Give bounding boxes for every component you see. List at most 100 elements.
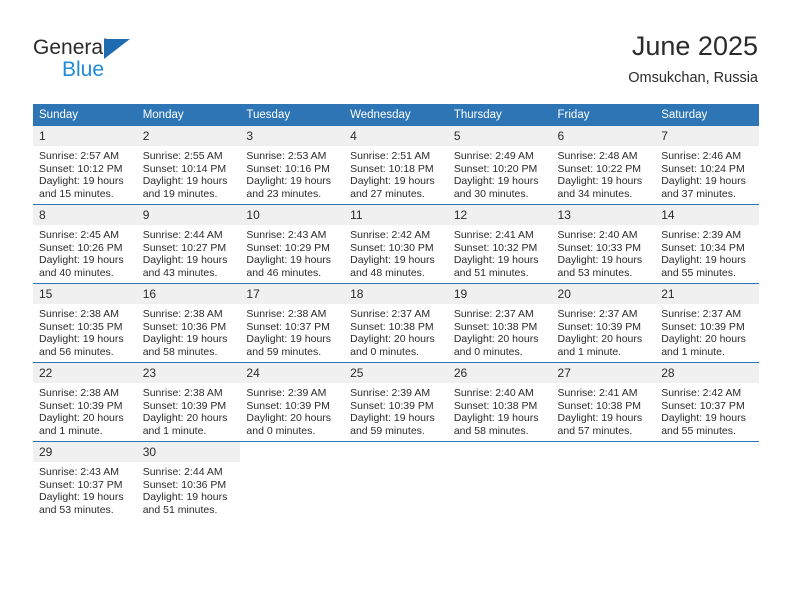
day-cell[interactable]: 7 Sunrise: 2:46 AM Sunset: 10:24 PM Dayl…: [655, 126, 759, 205]
day-cell[interactable]: 23 Sunrise: 2:38 AM Sunset: 10:39 PM Day…: [136, 362, 241, 442]
day-number: 5: [447, 126, 552, 146]
sunrise-text: Sunrise: 2:37 AM: [453, 308, 534, 320]
sunrise-text: Sunrise: 2:41 AM: [557, 387, 638, 399]
day-cell[interactable]: 19 Sunrise: 2:37 AM Sunset: 10:38 PM Day…: [447, 283, 552, 363]
day-details: Sunrise: 2:38 AM Sunset: 10:39 PM Daylig…: [33, 383, 137, 437]
day-number: 1: [33, 126, 137, 146]
day-cell[interactable]: 28 Sunrise: 2:42 AM Sunset: 10:37 PM Day…: [655, 362, 759, 442]
day-cell[interactable]: 4 Sunrise: 2:51 AM Sunset: 10:18 PM Dayl…: [344, 126, 448, 205]
day-cell[interactable]: 21 Sunrise: 2:37 AM Sunset: 10:39 PM Day…: [655, 283, 759, 363]
daylight-text: Daylight: 19 hours and 53 minutes.: [39, 491, 124, 516]
day-details: Sunrise: 2:37 AM Sunset: 10:39 PM Daylig…: [552, 304, 656, 358]
day-cell[interactable]: 12 Sunrise: 2:41 AM Sunset: 10:32 PM Day…: [447, 204, 552, 284]
day-cell[interactable]: 6 Sunrise: 2:48 AM Sunset: 10:22 PM Dayl…: [551, 126, 656, 205]
day-cell[interactable]: 9 Sunrise: 2:44 AM Sunset: 10:27 PM Dayl…: [136, 204, 241, 284]
day-cell[interactable]: 16 Sunrise: 2:38 AM Sunset: 10:36 PM Day…: [136, 283, 241, 363]
day-cell[interactable]: 1 Sunrise: 2:57 AM Sunset: 10:12 PM Dayl…: [33, 126, 137, 205]
day-number: 3: [240, 126, 345, 146]
day-details: Sunrise: 2:49 AM Sunset: 10:20 PM Daylig…: [448, 146, 552, 200]
calendar-week-row: 29 Sunrise: 2:43 AM Sunset: 10:37 PM Day…: [33, 441, 759, 520]
day-cell[interactable]: 17 Sunrise: 2:38 AM Sunset: 10:37 PM Day…: [240, 283, 345, 363]
daylight-text: Daylight: 20 hours and 0 minutes.: [246, 412, 332, 437]
sunset-text: Sunset: 10:37 PM: [661, 399, 745, 412]
daylight-text: Daylight: 19 hours and 59 minutes.: [246, 333, 332, 358]
weekday-header-monday: Monday: [136, 104, 241, 126]
day-cell[interactable]: 13 Sunrise: 2:40 AM Sunset: 10:33 PM Day…: [551, 204, 656, 284]
logo-text-general: General: [33, 36, 108, 59]
calendar-week-row: 15 Sunrise: 2:38 AM Sunset: 10:35 PM Day…: [33, 283, 759, 363]
sunset-text: Sunset: 10:14 PM: [142, 162, 227, 175]
day-cell[interactable]: 14 Sunrise: 2:39 AM Sunset: 10:34 PM Day…: [655, 204, 759, 284]
day-number: 14: [655, 205, 759, 225]
day-cell[interactable]: 26 Sunrise: 2:40 AM Sunset: 10:38 PM Day…: [447, 362, 552, 442]
day-cell[interactable]: 8 Sunrise: 2:45 AM Sunset: 10:26 PM Dayl…: [33, 204, 137, 284]
sunrise-text: Sunrise: 2:43 AM: [246, 229, 327, 241]
day-cell[interactable]: 22 Sunrise: 2:38 AM Sunset: 10:39 PM Day…: [33, 362, 137, 442]
daylight-text: Daylight: 19 hours and 51 minutes.: [453, 254, 539, 279]
day-cell[interactable]: 11 Sunrise: 2:42 AM Sunset: 10:30 PM Day…: [344, 204, 448, 284]
day-details: Sunrise: 2:37 AM Sunset: 10:39 PM Daylig…: [655, 304, 759, 358]
daylight-text: Daylight: 19 hours and 23 minutes.: [246, 175, 332, 200]
sunrise-text: Sunrise: 2:44 AM: [142, 229, 223, 241]
sunrise-text: Sunrise: 2:45 AM: [39, 229, 119, 241]
day-details: Sunrise: 2:38 AM Sunset: 10:39 PM Daylig…: [137, 383, 241, 437]
day-cell-empty: [240, 441, 345, 520]
day-number: 20: [551, 284, 656, 304]
sunrise-text: Sunrise: 2:41 AM: [453, 229, 534, 241]
page-subtitle: Omsukchan, Russia: [628, 70, 758, 86]
daylight-text: Daylight: 19 hours and 58 minutes.: [142, 333, 228, 358]
sunset-text: Sunset: 10:26 PM: [39, 241, 123, 254]
sunrise-text: Sunrise: 2:37 AM: [661, 308, 742, 320]
page-title: June 2025: [631, 31, 758, 61]
day-cell[interactable]: 3 Sunrise: 2:53 AM Sunset: 10:16 PM Dayl…: [240, 126, 345, 205]
daylight-text: Daylight: 20 hours and 1 minute.: [661, 333, 746, 358]
day-cell[interactable]: 18 Sunrise: 2:37 AM Sunset: 10:38 PM Day…: [344, 283, 448, 363]
day-details: Sunrise: 2:51 AM Sunset: 10:18 PM Daylig…: [344, 146, 448, 200]
day-cell[interactable]: 29 Sunrise: 2:43 AM Sunset: 10:37 PM Day…: [33, 441, 137, 520]
day-cell[interactable]: 25 Sunrise: 2:39 AM Sunset: 10:39 PM Day…: [344, 362, 448, 442]
weekday-header-thursday: Thursday: [447, 104, 552, 126]
day-number: 23: [136, 363, 241, 383]
day-details: Sunrise: 2:48 AM Sunset: 10:22 PM Daylig…: [552, 146, 656, 200]
daylight-text: Daylight: 19 hours and 58 minutes.: [453, 412, 539, 437]
sunset-text: Sunset: 10:39 PM: [39, 399, 123, 412]
day-number: 16: [136, 284, 241, 304]
day-cell[interactable]: 27 Sunrise: 2:41 AM Sunset: 10:38 PM Day…: [551, 362, 656, 442]
sunrise-text: Sunrise: 2:53 AM: [246, 150, 327, 162]
sunset-text: Sunset: 10:16 PM: [246, 162, 330, 175]
sunrise-text: Sunrise: 2:42 AM: [350, 229, 431, 241]
day-number: 12: [447, 205, 552, 225]
day-cell[interactable]: 2 Sunrise: 2:55 AM Sunset: 10:14 PM Dayl…: [136, 126, 241, 205]
sunset-text: Sunset: 10:29 PM: [246, 241, 330, 254]
day-cell[interactable]: 10 Sunrise: 2:43 AM Sunset: 10:29 PM Day…: [240, 204, 345, 284]
day-cell[interactable]: 30 Sunrise: 2:44 AM Sunset: 10:36 PM Day…: [136, 441, 241, 520]
sunset-text: Sunset: 10:38 PM: [453, 399, 538, 412]
triangle-right-icon: [104, 39, 130, 59]
day-details: Sunrise: 2:38 AM Sunset: 10:37 PM Daylig…: [240, 304, 344, 358]
sunset-text: Sunset: 10:22 PM: [557, 162, 641, 175]
daylight-text: Daylight: 19 hours and 34 minutes.: [557, 175, 643, 200]
day-number: 24: [240, 363, 345, 383]
sunset-text: Sunset: 10:33 PM: [557, 241, 641, 254]
daylight-text: Daylight: 19 hours and 53 minutes.: [557, 254, 643, 279]
day-number: 22: [33, 363, 137, 383]
sunrise-text: Sunrise: 2:38 AM: [39, 308, 119, 320]
day-number: 6: [551, 126, 656, 146]
day-cell[interactable]: 20 Sunrise: 2:37 AM Sunset: 10:39 PM Day…: [551, 283, 656, 363]
daylight-text: Daylight: 19 hours and 55 minutes.: [661, 412, 746, 437]
day-number: 30: [136, 442, 241, 462]
sunset-text: Sunset: 10:37 PM: [39, 478, 123, 491]
day-number: 15: [33, 284, 137, 304]
day-number: [344, 442, 448, 462]
daylight-text: Daylight: 19 hours and 56 minutes.: [39, 333, 124, 358]
sunrise-text: Sunrise: 2:38 AM: [142, 308, 223, 320]
sunrise-text: Sunrise: 2:42 AM: [661, 387, 742, 399]
calendar-body: 1 Sunrise: 2:57 AM Sunset: 10:12 PM Dayl…: [33, 126, 759, 520]
sunrise-text: Sunrise: 2:37 AM: [557, 308, 638, 320]
day-cell[interactable]: 24 Sunrise: 2:39 AM Sunset: 10:39 PM Day…: [240, 362, 345, 442]
day-cell[interactable]: 15 Sunrise: 2:38 AM Sunset: 10:35 PM Day…: [33, 283, 137, 363]
sunset-text: Sunset: 10:18 PM: [350, 162, 434, 175]
day-cell[interactable]: 5 Sunrise: 2:49 AM Sunset: 10:20 PM Dayl…: [447, 126, 552, 205]
sunset-text: Sunset: 10:35 PM: [39, 320, 123, 333]
daylight-text: Daylight: 19 hours and 48 minutes.: [350, 254, 435, 279]
